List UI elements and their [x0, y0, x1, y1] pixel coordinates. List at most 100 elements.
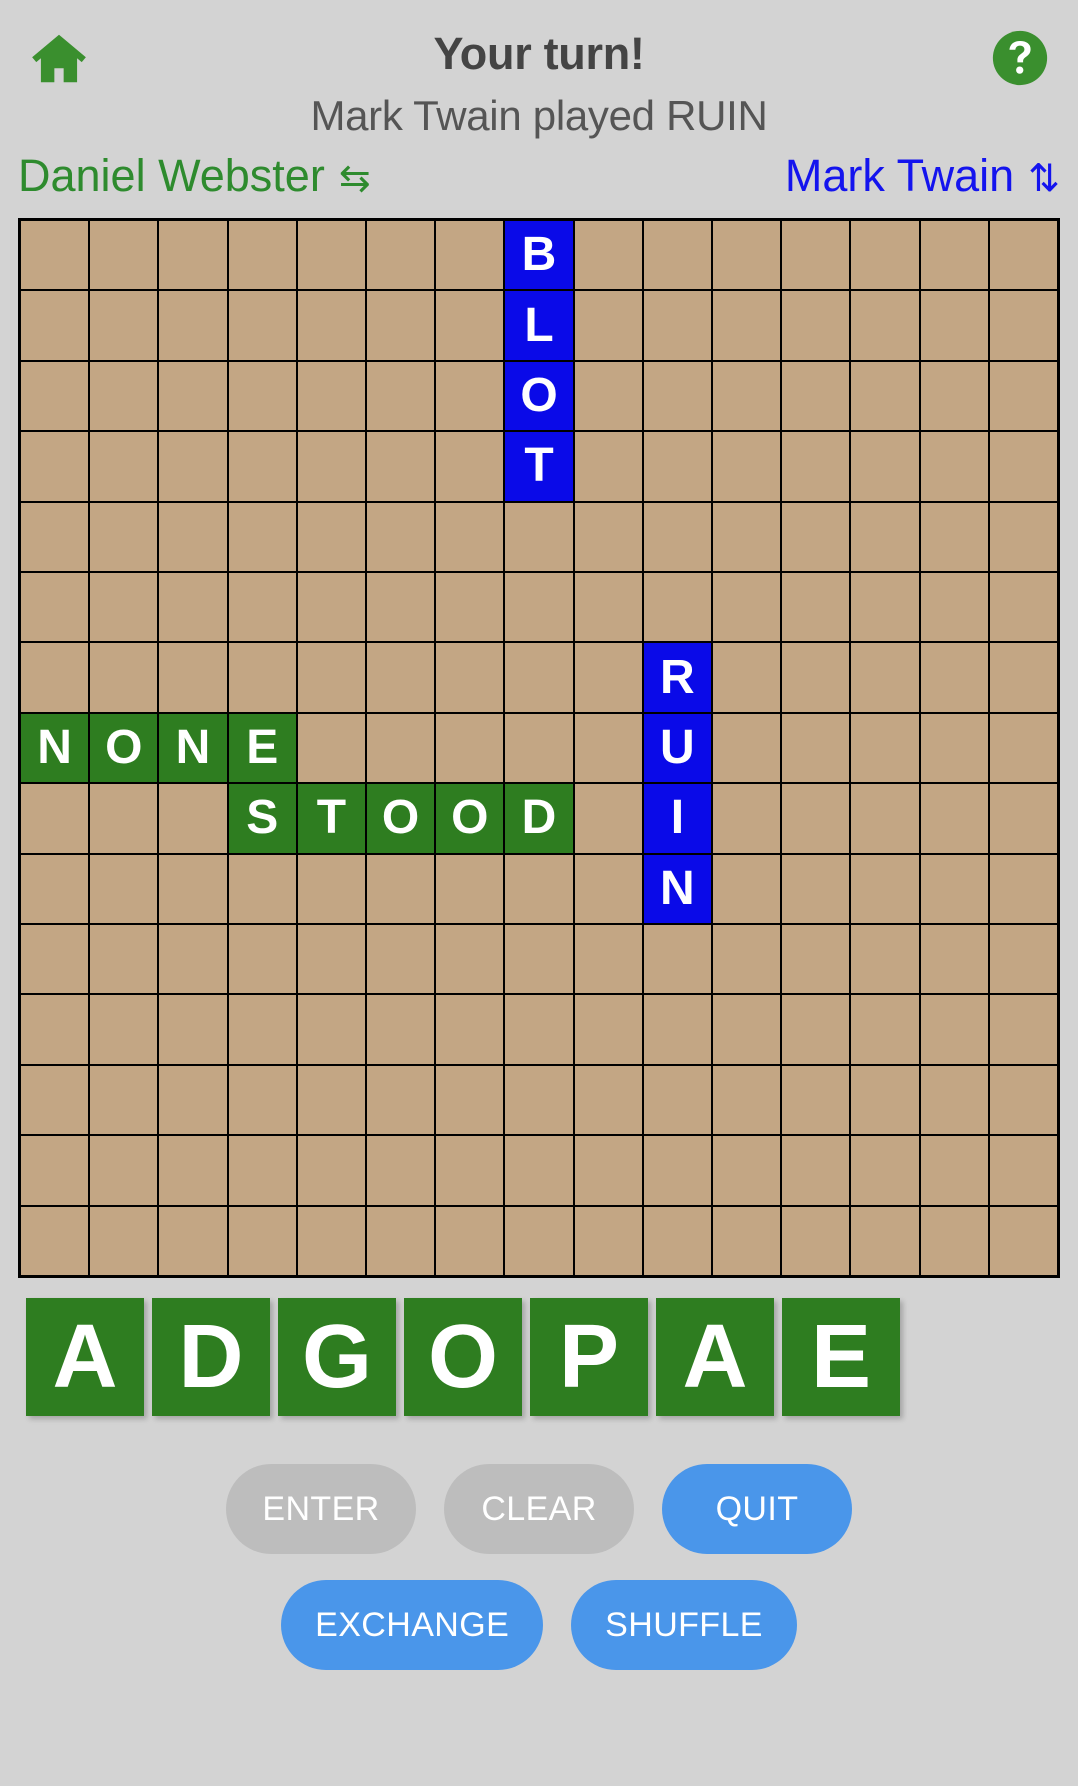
board-cell[interactable] [505, 1065, 573, 1135]
board-cell[interactable] [851, 784, 919, 853]
board-cell[interactable] [21, 432, 89, 501]
board-cell[interactable] [574, 361, 642, 431]
board-cell[interactable] [920, 1136, 988, 1205]
board-cell[interactable] [505, 925, 573, 994]
board-cell[interactable] [366, 1065, 435, 1135]
board-cell[interactable] [436, 573, 504, 642]
board-cell[interactable] [366, 221, 435, 290]
board-cell[interactable] [782, 643, 850, 712]
board-cell[interactable] [159, 432, 227, 501]
board-cell[interactable] [782, 1136, 850, 1205]
board-cell[interactable] [21, 361, 89, 431]
board-cell[interactable] [574, 221, 642, 290]
board-cell[interactable] [297, 643, 365, 712]
board-cell[interactable] [920, 854, 988, 923]
board-cell[interactable] [989, 502, 1057, 571]
board-cell[interactable] [920, 361, 988, 431]
board-cell[interactable] [782, 361, 850, 431]
board-cell[interactable] [643, 361, 711, 431]
board-cell[interactable] [920, 291, 988, 360]
board-cell[interactable] [851, 573, 919, 642]
board-cell[interactable] [574, 713, 642, 783]
board-cell[interactable] [21, 502, 89, 571]
board-cell[interactable] [989, 221, 1057, 290]
board-cell[interactable] [297, 221, 365, 290]
board-cell[interactable] [297, 854, 365, 923]
board-cell[interactable] [851, 361, 919, 431]
player-right[interactable]: Mark Twain ⇅ [785, 150, 1060, 202]
board-cell[interactable] [574, 643, 642, 712]
board-cell[interactable] [643, 432, 711, 501]
board-cell[interactable] [228, 643, 296, 712]
board-tile[interactable]: T [297, 784, 365, 853]
board-cell[interactable] [505, 854, 573, 923]
board-cell[interactable] [297, 502, 365, 571]
board-cell[interactable] [505, 573, 573, 642]
board-cell[interactable] [574, 432, 642, 501]
board-tile[interactable]: B [505, 221, 573, 290]
board-cell[interactable] [505, 1136, 573, 1205]
board-tile[interactable]: N [21, 713, 89, 783]
board-cell[interactable] [989, 1136, 1057, 1205]
board-cell[interactable] [159, 643, 227, 712]
board-cell[interactable] [712, 713, 781, 783]
rack-tile[interactable]: A [656, 1298, 774, 1416]
board-cell[interactable] [90, 643, 158, 712]
board-cell[interactable] [920, 573, 988, 642]
board-cell[interactable] [574, 925, 642, 994]
board-cell[interactable] [712, 925, 781, 994]
board-cell[interactable] [851, 1065, 919, 1135]
board-cell[interactable] [920, 1206, 988, 1275]
board-cell[interactable] [920, 221, 988, 290]
board-cell[interactable] [228, 995, 296, 1064]
board-cell[interactable] [505, 1206, 573, 1275]
rack-tile[interactable]: P [530, 1298, 648, 1416]
board-cell[interactable] [712, 1065, 781, 1135]
board-cell[interactable] [574, 995, 642, 1064]
board-cell[interactable] [436, 291, 504, 360]
board-cell[interactable] [366, 502, 435, 571]
board-cell[interactable] [159, 1136, 227, 1205]
board-cell[interactable] [989, 713, 1057, 783]
board-cell[interactable] [21, 925, 89, 994]
board-cell[interactable] [297, 573, 365, 642]
board-cell[interactable] [90, 1065, 158, 1135]
board-cell[interactable] [782, 995, 850, 1064]
board-cell[interactable] [228, 854, 296, 923]
rack-tile[interactable]: A [26, 1298, 144, 1416]
board-cell[interactable] [574, 291, 642, 360]
board-cell[interactable] [643, 1136, 711, 1205]
board-cell[interactable] [920, 643, 988, 712]
board-cell[interactable] [574, 1206, 642, 1275]
board-tile[interactable]: R [643, 643, 711, 712]
board-cell[interactable] [21, 784, 89, 853]
board-tile[interactable]: N [643, 854, 711, 923]
board-cell[interactable] [851, 995, 919, 1064]
board-cell[interactable] [297, 291, 365, 360]
board-cell[interactable] [366, 713, 435, 783]
board-cell[interactable] [851, 713, 919, 783]
exchange-button[interactable]: EXCHANGE [281, 1580, 544, 1670]
board-cell[interactable] [574, 1136, 642, 1205]
board-cell[interactable] [989, 784, 1057, 853]
board-cell[interactable] [436, 1206, 504, 1275]
board-cell[interactable] [366, 361, 435, 431]
board-cell[interactable] [851, 1136, 919, 1205]
board-cell[interactable] [159, 925, 227, 994]
board-cell[interactable] [920, 784, 988, 853]
board-cell[interactable] [782, 925, 850, 994]
board-cell[interactable] [505, 995, 573, 1064]
board-cell[interactable] [297, 995, 365, 1064]
board-cell[interactable] [228, 291, 296, 360]
board-cell[interactable] [90, 221, 158, 290]
board-cell[interactable] [436, 995, 504, 1064]
board-cell[interactable] [228, 1206, 296, 1275]
board-tile[interactable]: T [505, 432, 573, 501]
board-cell[interactable] [643, 291, 711, 360]
board-cell[interactable] [366, 573, 435, 642]
board-cell[interactable] [712, 643, 781, 712]
board-cell[interactable] [366, 1136, 435, 1205]
board-cell[interactable] [989, 1065, 1057, 1135]
board-cell[interactable] [574, 784, 642, 853]
board-cell[interactable] [989, 432, 1057, 501]
